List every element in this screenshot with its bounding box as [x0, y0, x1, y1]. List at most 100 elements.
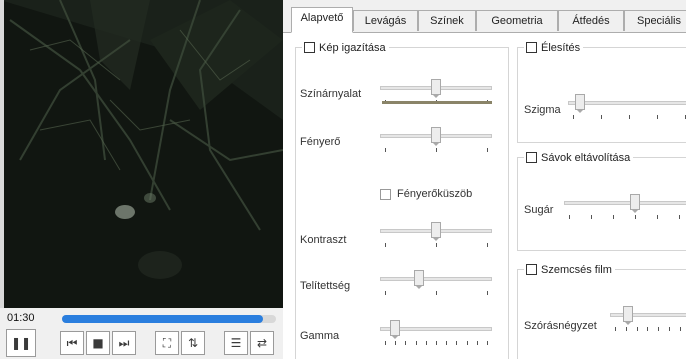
loop-button[interactable]: ⇄: [250, 331, 274, 355]
slider-tick: [405, 341, 406, 345]
playback-controls: ❚❚ ⏮ ■ ⏭ ⛶ ⇅ ☰ ⇄: [0, 328, 283, 359]
tab-specialis[interactable]: Speciális: [624, 10, 686, 31]
tab-geometria[interactable]: Geometria: [476, 10, 558, 31]
pause-icon: ❚❚: [10, 336, 32, 350]
slider-tick: [426, 341, 427, 345]
slider-tick: [657, 115, 658, 119]
radius-slider[interactable]: [564, 194, 686, 224]
stop-icon: ■: [92, 336, 104, 350]
slider-tick: [573, 115, 574, 119]
image-adjust-header: Kép igazítása: [302, 40, 389, 55]
saturation-label: Telítettség: [300, 280, 351, 292]
slider-thumb[interactable]: [431, 79, 441, 98]
video-player: 01:30 ❚❚ ⏮ ■ ⏭ ⛶ ⇅ ☰ ⇄: [0, 0, 283, 359]
radius-label: Sugár: [524, 204, 554, 216]
hue-label: Színárnyalat: [300, 88, 362, 100]
slider-tick: [487, 243, 488, 247]
slider-tick: [679, 215, 680, 219]
tab-atfedes[interactable]: Átfedés: [558, 10, 624, 31]
tab-page-alapveto: Kép igazítása Színárnyalat Fényerő Fénye…: [283, 32, 686, 359]
brightness-slider[interactable]: [380, 127, 492, 157]
elapsed-time: 01:30: [7, 312, 35, 324]
sigma-slider[interactable]: [568, 94, 686, 124]
contrast-slider[interactable]: [380, 222, 492, 252]
brightness-threshold-label: Fényerőküszöb: [397, 188, 473, 200]
film-grain-group: Szemcsés film Szórásnégyzet: [517, 262, 686, 359]
next-button[interactable]: ⏭: [112, 331, 136, 355]
slider-tick: [446, 341, 447, 345]
sharpen-title: Élesítés: [541, 41, 581, 54]
gamma-label: Gamma: [300, 330, 340, 342]
tab-levagas[interactable]: Levágás: [353, 10, 418, 31]
slider-tick: [385, 291, 386, 295]
slider-tick: [487, 291, 488, 295]
hue-slider[interactable]: [380, 79, 492, 109]
banding-removal-checkbox[interactable]: [526, 152, 537, 163]
slider-tick: [615, 327, 616, 331]
slider-tick: [487, 148, 488, 152]
brightness-threshold-checkbox[interactable]: [380, 188, 391, 200]
slider-thumb[interactable]: [575, 94, 585, 113]
slider-tick: [637, 327, 638, 331]
slider-tick: [416, 341, 417, 345]
seek-slider[interactable]: [62, 315, 276, 323]
slider-track: [610, 313, 686, 317]
previous-button[interactable]: ⏮: [60, 331, 84, 355]
contrast-label: Kontraszt: [300, 234, 347, 246]
tab-bar: Alapvető Levágás Színek Geometria Átfedé…: [283, 0, 686, 33]
slider-tick: [477, 341, 478, 345]
hue-color-bar: [382, 101, 492, 104]
film-grain-checkbox[interactable]: [526, 264, 537, 275]
slider-track: [564, 201, 686, 205]
video-frame-image: [0, 0, 283, 308]
slider-tick: [635, 215, 636, 219]
sharpen-header: Élesítés: [524, 40, 584, 55]
seek-progress: [62, 315, 264, 323]
slider-thumb[interactable]: [630, 194, 640, 213]
video-effects-panel: Alapvető Levágás Színek Geometria Átfedé…: [283, 0, 686, 359]
slider-tick: [487, 341, 488, 345]
brightness-threshold-option[interactable]: Fényerőküszöb: [380, 188, 472, 200]
image-adjust-checkbox[interactable]: [304, 42, 315, 53]
film-grain-header: Szemcsés film: [524, 262, 615, 277]
playlist-button[interactable]: ☰: [224, 331, 248, 355]
slider-tick: [626, 327, 627, 331]
slider-thumb[interactable]: [414, 270, 424, 289]
slider-tick: [456, 341, 457, 345]
sharpen-checkbox[interactable]: [526, 42, 537, 53]
playlist-icon: ☰: [230, 336, 242, 350]
pause-button[interactable]: ❚❚: [6, 329, 36, 357]
equalizer-icon: ⇅: [187, 336, 199, 350]
slider-tick: [680, 327, 681, 331]
stop-button[interactable]: ■: [86, 331, 110, 355]
extended-settings-button[interactable]: ⇅: [181, 331, 205, 355]
slider-tick: [436, 243, 437, 247]
fullscreen-button[interactable]: ⛶: [155, 331, 179, 355]
slider-thumb[interactable]: [623, 306, 633, 325]
skip-back-icon: ⏮: [66, 335, 78, 350]
slider-tick: [436, 341, 437, 345]
slider-track: [568, 101, 686, 105]
slider-tick: [467, 341, 468, 345]
variance-slider[interactable]: [610, 306, 686, 336]
slider-track: [380, 277, 492, 281]
gamma-slider[interactable]: [380, 320, 492, 350]
slider-tick: [436, 148, 437, 152]
slider-thumb[interactable]: [390, 320, 400, 339]
slider-tick: [647, 327, 648, 331]
video-frame[interactable]: [0, 0, 283, 308]
sharpen-group: Élesítés Szigma: [517, 40, 686, 143]
slider-thumb[interactable]: [431, 127, 441, 146]
banding-removal-group: Sávok eltávolítása Sugár: [517, 150, 686, 251]
saturation-slider[interactable]: [380, 270, 492, 300]
slider-tick: [436, 291, 437, 295]
sigma-label: Szigma: [524, 104, 561, 116]
variance-label: Szórásnégyzet: [524, 320, 597, 332]
tab-alapveto[interactable]: Alapvető: [291, 7, 353, 33]
skip-forward-icon: ⏭: [118, 335, 130, 350]
slider-tick: [613, 215, 614, 219]
seek-bar-area: 01:30: [0, 308, 283, 328]
tab-szinek[interactable]: Színek: [418, 10, 476, 31]
slider-thumb[interactable]: [431, 222, 441, 241]
film-grain-title: Szemcsés film: [541, 263, 612, 276]
